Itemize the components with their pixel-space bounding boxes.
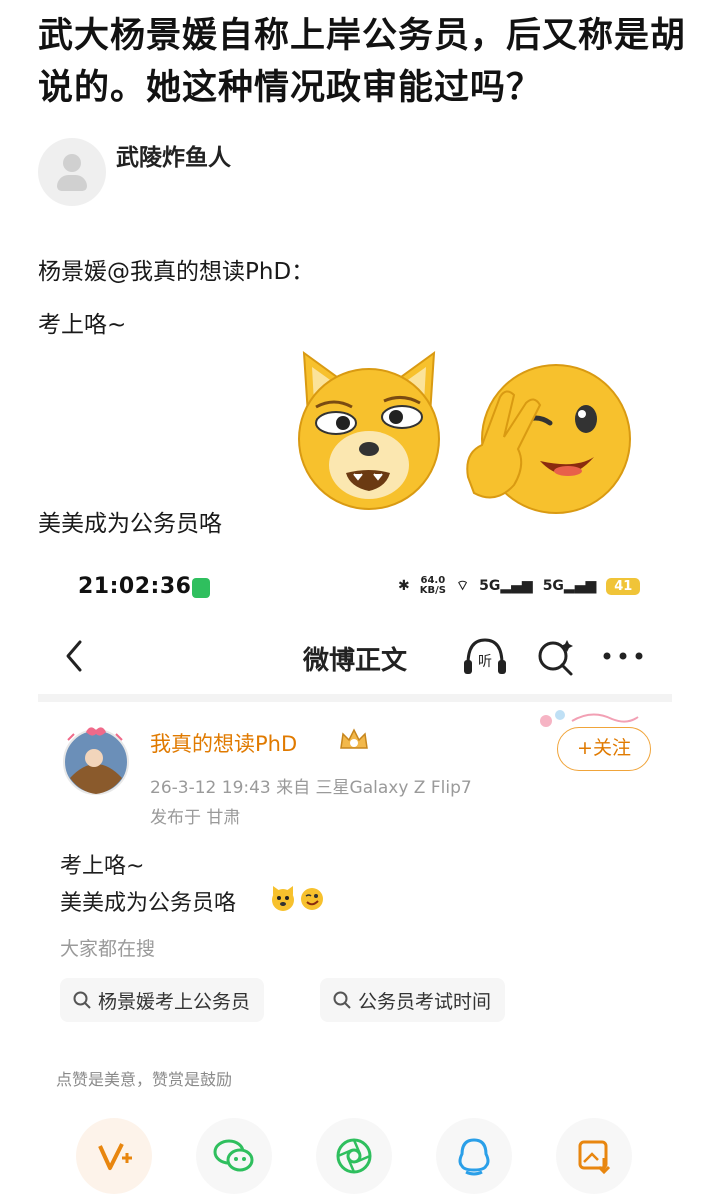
share-moments-button[interactable]: [316, 1118, 392, 1194]
save-image-button[interactable]: [556, 1118, 632, 1194]
search-icon: [73, 991, 91, 1009]
answer-line-1: 杨景媛@我真的想读PhD：: [38, 259, 315, 285]
search-chip-2[interactable]: 公务员考试时间: [320, 978, 506, 1022]
status-icons: ✱ 64.0 KB/S ⌔ 5G▂▄▆ 5G▂▄▆ 41: [398, 575, 641, 596]
status-bar: 21:02:36 ✱ 64.0 KB/S ⌔ 5G▂▄▆ 5G▂▄▆ 41: [38, 570, 672, 604]
answer-line-2: 考上咯~: [38, 312, 127, 338]
net-speed: 64.0 KB/S: [419, 575, 446, 596]
share-wechat-button[interactable]: [196, 1118, 272, 1194]
wechat-icon: [213, 1139, 254, 1172]
bluetooth-icon: ✱: [398, 578, 410, 594]
post-meta: 26-3-12 19:43 来自 三星Galaxy Z Flip7: [150, 778, 472, 798]
nav-bar: 微博正文 听: [38, 630, 672, 686]
post-username[interactable]: 我真的想读PhD: [150, 728, 297, 758]
moments-icon: [336, 1138, 372, 1174]
search-icon[interactable]: [533, 634, 577, 678]
wink-peace-emoji-icon: [466, 364, 631, 514]
signal-icon-1: 5G▂▄▆: [479, 578, 533, 594]
svg-text:听: 听: [478, 654, 492, 670]
save-picture-icon: [578, 1140, 611, 1175]
follow-button[interactable]: +关注: [557, 727, 651, 771]
qq-icon: [458, 1138, 490, 1176]
post-body-line-2: 美美成为公务员咯: [60, 891, 237, 916]
battery-indicator: 41: [606, 577, 641, 595]
doge-mini-icon: [272, 886, 294, 911]
wifi-icon: ⌔: [455, 578, 470, 594]
search-icon: [333, 991, 351, 1009]
question-title: 武大杨景媛自称上岸公务员，后又称是胡说的。她这种情况政审能过吗？: [38, 16, 687, 108]
wink-mini-icon: [301, 888, 323, 910]
status-time: 21:02:36: [78, 574, 192, 599]
notification-icon: [192, 578, 210, 598]
trending-search-label: 大家都在搜: [60, 938, 156, 960]
listen-headphones-icon[interactable]: 听: [460, 634, 510, 678]
share-bar: [38, 1108, 672, 1200]
answer-line-3: 美美成为公务员咯: [38, 511, 222, 537]
signal-icon-2: 5G▂▄▆: [542, 578, 597, 594]
author-name[interactable]: 武陵炸鱼人: [116, 138, 231, 172]
v-plus-icon: [98, 1143, 132, 1170]
answer-author-row[interactable]: 武陵炸鱼人: [38, 138, 231, 206]
nav-divider: [38, 694, 672, 702]
post-body-line-1: 考上咯~: [60, 854, 145, 879]
more-icon[interactable]: [600, 646, 646, 666]
post-location: 发布于 甘肃: [150, 808, 241, 828]
doge-emoji-icon: [298, 350, 440, 510]
weibo-screenshot: 21:02:36 ✱ 64.0 KB/S ⌔ 5G▂▄▆ 5G▂▄▆ 41 微博正…: [38, 560, 672, 1200]
author-avatar[interactable]: [38, 138, 106, 206]
search-chip-1[interactable]: 杨景媛考上公务员: [60, 978, 265, 1022]
reward-v-button[interactable]: [76, 1118, 152, 1194]
crown-badge-icon: [340, 728, 368, 749]
share-qq-button[interactable]: [436, 1118, 512, 1194]
user-avatar[interactable]: [60, 720, 132, 796]
reward-text: 点赞是美意，赞赏是鼓励: [56, 1070, 233, 1089]
